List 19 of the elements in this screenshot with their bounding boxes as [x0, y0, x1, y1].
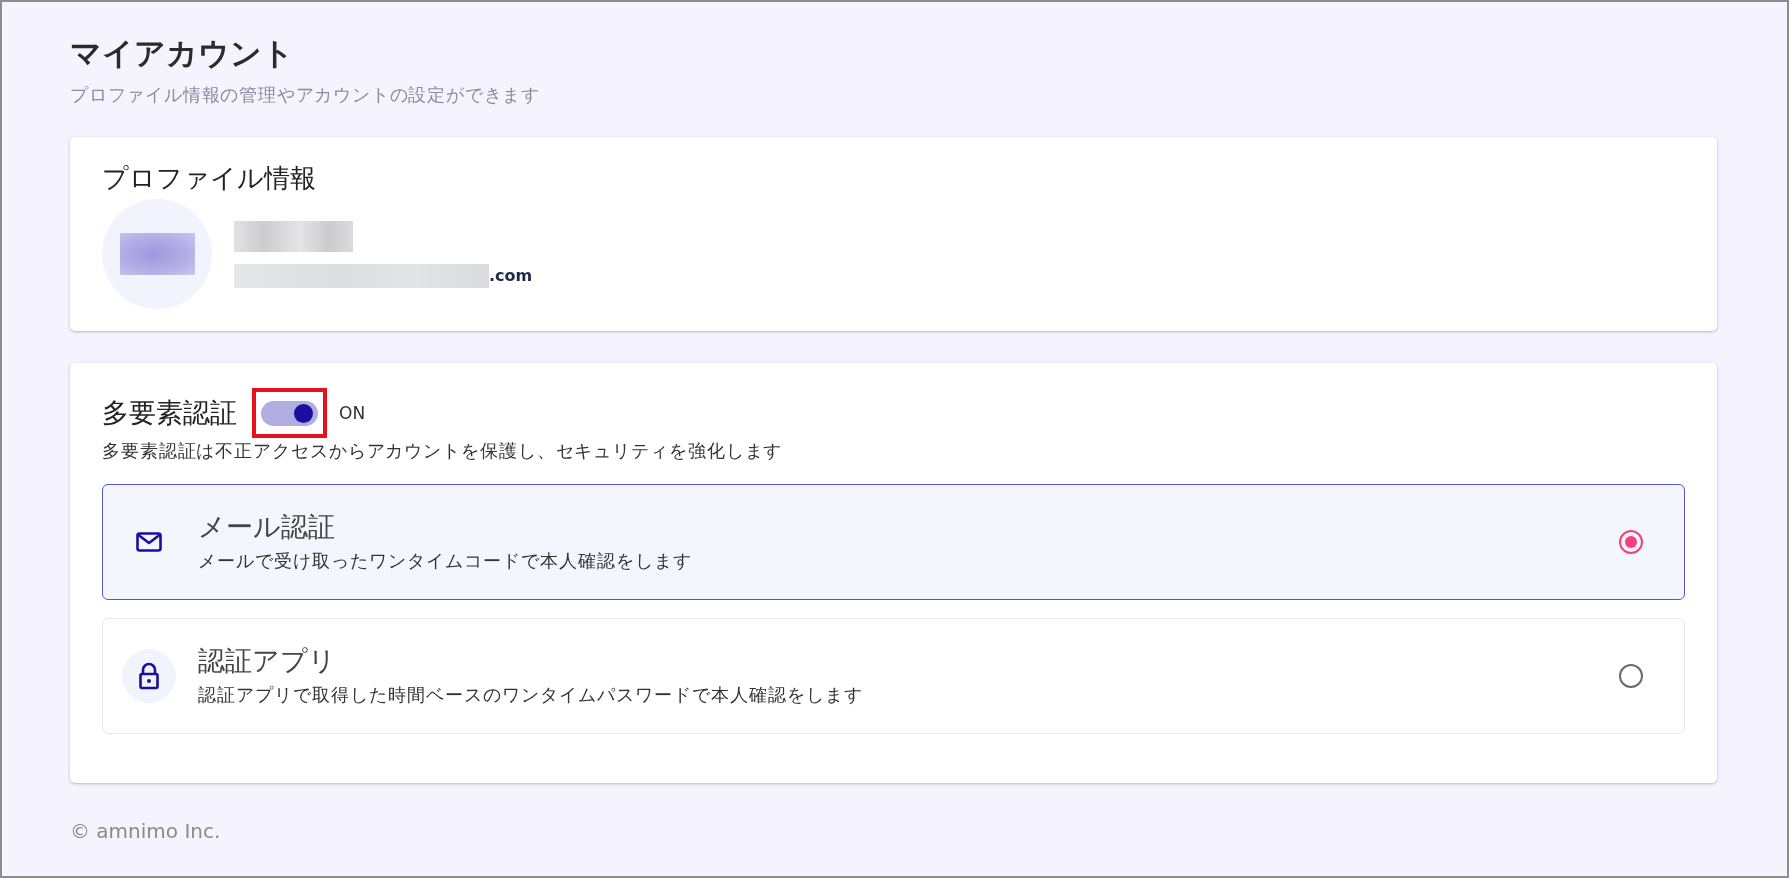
option-description: メールで受け取ったワンタイムコードで本人確認をします — [198, 549, 692, 573]
email-text: .com — [489, 264, 533, 287]
option-title: 認証アプリ — [198, 644, 336, 678]
card-title: 多要素認証 — [102, 396, 237, 430]
auth-option-card[interactable]: メール認証 メールで受け取ったワンタイムコードで本人確認をします — [102, 484, 1685, 600]
toggle-state-label: ON — [339, 402, 366, 425]
radio-button[interactable] — [1619, 664, 1643, 688]
lock-icon — [122, 649, 176, 703]
toggle-switch[interactable] — [261, 400, 318, 426]
option-description: 認証アプリで取得した時間ベースのワンタイムパスワードで本人確認をします — [198, 683, 863, 707]
auth-option-card[interactable]: 認証アプリ 認証アプリで取得した時間ベースのワンタイムパスワードで本人確認をします — [102, 618, 1685, 734]
page-title: マイアカウント — [70, 34, 294, 73]
card-title: プロファイル情報 — [102, 162, 316, 195]
option-title: メール認証 — [198, 510, 335, 544]
copyright-text: © amnimo Inc. — [70, 819, 221, 843]
mail-icon — [136, 532, 162, 552]
page-subtitle: プロファイル情報の管理やアカウントの設定ができます — [70, 83, 540, 107]
radio-button[interactable] — [1619, 530, 1643, 554]
mfa-description: 多要素認証は不正アクセスからアカウントを保護し、セキュリティを強化します — [102, 439, 783, 463]
